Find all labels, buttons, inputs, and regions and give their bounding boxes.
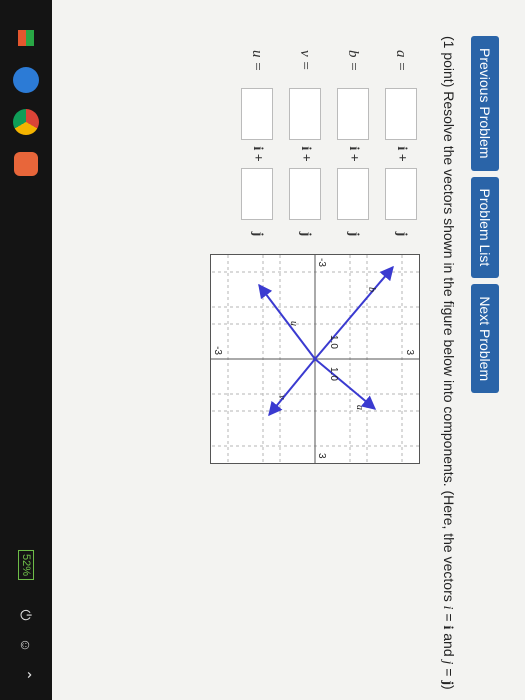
prompt-text: Resolve the vectors shown in the figure … [441, 91, 457, 602]
app-button[interactable] [8, 146, 44, 182]
label-v: v [276, 395, 287, 400]
label-u: u [288, 321, 299, 326]
app-icon [14, 152, 38, 176]
length-b: 1.0 [328, 335, 339, 349]
label-b: b [366, 287, 377, 292]
answer-v-i-input[interactable] [289, 88, 321, 140]
vector-u [258, 283, 316, 360]
power-icon[interactable]: ⏻ [11, 603, 41, 627]
j-unit-label: j [298, 231, 313, 237]
people-icon[interactable]: ☺ [11, 633, 41, 657]
answer-u-j-input[interactable] [241, 168, 273, 220]
screen: Previous Problem Problem List Next Probl… [0, 0, 525, 700]
i-unit-label: i + [346, 146, 361, 162]
previous-problem-button[interactable]: Previous Problem [471, 36, 499, 171]
and-text: and [441, 633, 457, 657]
answer-label: a = [393, 50, 410, 72]
windows-tile-icon [18, 30, 34, 46]
unit-i-symbol: i [440, 625, 455, 630]
prompt-end: ) [441, 685, 457, 690]
edge-icon [13, 67, 39, 93]
tick-right: 3 [316, 453, 327, 459]
edge-button[interactable] [8, 62, 44, 98]
vector-b [314, 265, 394, 360]
answer-a-j-input[interactable] [385, 168, 417, 220]
chrome-button[interactable] [8, 104, 44, 140]
system-tray: ⏻ ☺ ⌃ [14, 600, 38, 690]
next-problem-button[interactable]: Next Problem [471, 284, 499, 394]
tick-bottom: -3 [212, 346, 223, 355]
vector-j-symbol: j [440, 660, 455, 665]
vector-figure: 3 -3 -3 3 a b u v 1.0 1.0 [210, 254, 420, 464]
answer-a-i-input[interactable] [385, 88, 417, 140]
j-unit-label: j [250, 231, 265, 237]
answer-grid: a = i + j b = i + j v = i + j u = i + j [228, 50, 420, 280]
label-a: a [354, 405, 365, 410]
answer-label: b = [345, 50, 362, 72]
answer-row-a: a = i + j [382, 50, 420, 280]
answer-u-i-input[interactable] [241, 88, 273, 140]
battery-percent: 52% [18, 549, 34, 581]
j-unit-label: j [394, 231, 409, 237]
answer-label: u = [249, 50, 266, 72]
vector-a [314, 358, 377, 410]
answer-b-j-input[interactable] [337, 168, 369, 220]
chevron-up-icon[interactable]: ⌃ [11, 663, 41, 687]
answer-row-v: v = i + j [286, 50, 324, 280]
taskbar: 52% ⏻ ☺ ⌃ [0, 0, 52, 700]
chrome-icon [13, 109, 39, 135]
j-unit-label: j [346, 231, 361, 237]
problem-prompt: (1 point) Resolve the vectors shown in t… [440, 36, 457, 690]
start-tile[interactable] [8, 20, 44, 56]
answer-row-u: u = i + j [238, 50, 276, 280]
webwork-page: Previous Problem Problem List Next Probl… [0, 0, 525, 700]
i-unit-label: i + [394, 146, 409, 162]
problem-nav: Previous Problem Problem List Next Probl… [471, 36, 499, 394]
tick-left: -3 [316, 258, 327, 267]
tick-top: 3 [404, 349, 415, 355]
answer-row-b: b = i + j [334, 50, 372, 280]
vector-i-symbol: i [440, 605, 455, 610]
i-unit-label: i + [250, 146, 265, 162]
answer-b-i-input[interactable] [337, 88, 369, 140]
battery-indicator[interactable]: 52% [4, 549, 48, 581]
vector-v [268, 358, 316, 417]
points-label: (1 point) [441, 36, 457, 88]
vector-plot: 3 -3 -3 3 a b u v 1.0 1.0 [211, 255, 419, 463]
length-a: 1.0 [328, 367, 339, 381]
answer-v-j-input[interactable] [289, 168, 321, 220]
answer-label: v = [297, 50, 314, 71]
i-unit-label: i + [298, 146, 313, 162]
problem-list-button[interactable]: Problem List [471, 176, 499, 279]
